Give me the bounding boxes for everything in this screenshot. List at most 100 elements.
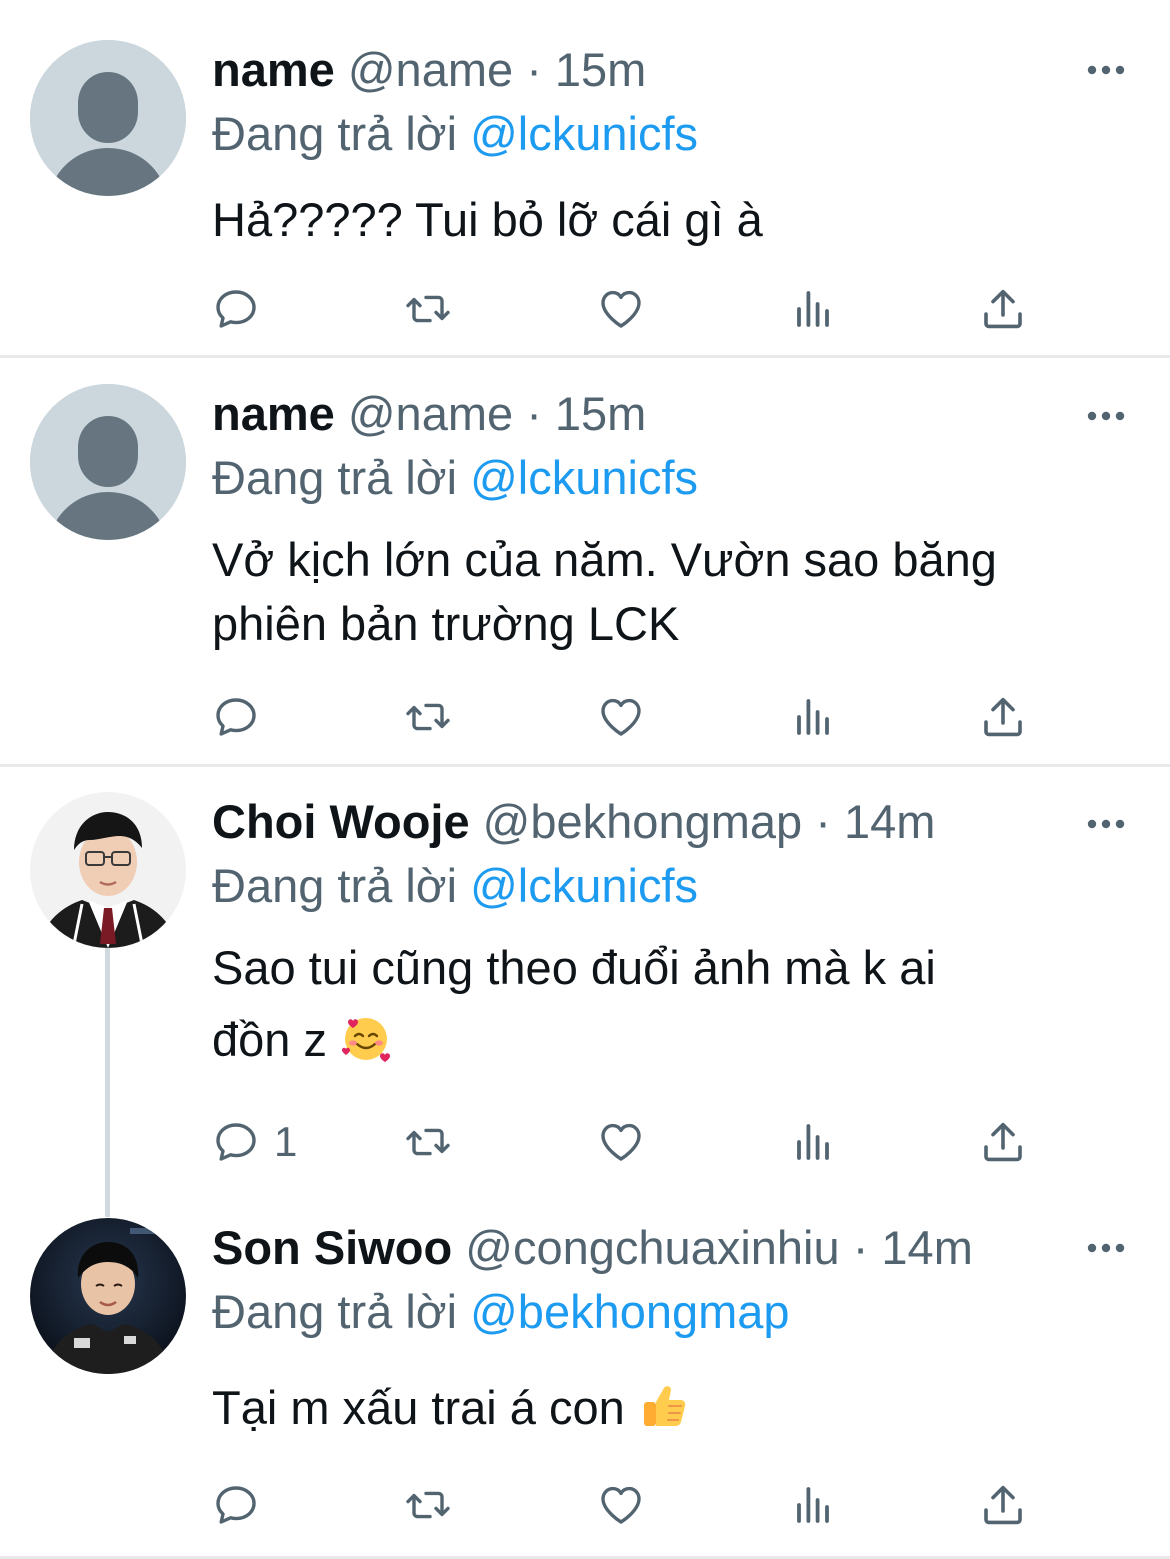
like-icon xyxy=(597,285,645,333)
reply-button[interactable] xyxy=(212,1480,274,1530)
tweet-text-line: Tại m xấu trai á con xyxy=(212,1381,625,1434)
separator: · xyxy=(852,1221,869,1274)
reply-prefix: Đang trả lời xyxy=(212,451,458,504)
reply-icon xyxy=(212,285,260,333)
share-icon xyxy=(979,1481,1027,1529)
reply-mention-link[interactable]: @lckunicfs xyxy=(470,107,698,160)
reply-prefix: Đang trả lời xyxy=(212,859,458,912)
handle[interactable]: @bekhongmap xyxy=(483,795,802,848)
separator: · xyxy=(526,387,542,440)
share-icon xyxy=(979,1118,1027,1166)
tweet-actions xyxy=(212,692,1062,742)
tweet[interactable]: Choi Wooje @bekhongmap · 14m Đang trả lờ… xyxy=(0,767,1170,1197)
share-icon xyxy=(979,285,1027,333)
thread-connector xyxy=(105,947,110,1197)
reply-prefix: Đang trả lời xyxy=(212,1285,458,1338)
share-button[interactable] xyxy=(979,692,1027,742)
share-button[interactable] xyxy=(979,1117,1027,1167)
reply-icon xyxy=(212,1481,260,1529)
like-icon xyxy=(597,1481,645,1529)
thread-connector xyxy=(105,1197,110,1217)
reply-button[interactable] xyxy=(212,692,274,742)
retweet-icon xyxy=(404,1481,452,1529)
smiling-face-with-hearts-emoji xyxy=(342,1018,391,1062)
tweet-text: Sao tui cũng theo đuổi ảnh mà k ai đồn z xyxy=(212,936,1132,1072)
analytics-button[interactable] xyxy=(789,284,837,334)
like-button[interactable] xyxy=(597,692,645,742)
like-icon xyxy=(597,693,645,741)
retweet-icon xyxy=(404,1118,452,1166)
retweet-button[interactable] xyxy=(404,1117,452,1167)
separator: · xyxy=(815,795,831,848)
share-button[interactable] xyxy=(979,1480,1027,1530)
handle[interactable]: @name xyxy=(348,387,513,440)
more-options-icon[interactable] xyxy=(1084,60,1128,80)
reply-mention-link[interactable]: @lckunicfs xyxy=(470,859,698,912)
like-button[interactable] xyxy=(597,284,645,334)
tweet-text: Hả????? Tui bỏ lỡ cái gì à xyxy=(212,188,1132,252)
tweet-text-line: Vở kịch lớn của năm. Vườn sao băng xyxy=(212,533,997,586)
tweet-header: Choi Wooje @bekhongmap · 14m xyxy=(212,792,935,852)
analytics-icon xyxy=(789,1118,837,1166)
share-button[interactable] xyxy=(979,284,1027,334)
retweet-button[interactable] xyxy=(404,692,452,742)
retweet-icon xyxy=(404,285,452,333)
reply-context: Đang trả lời @lckunicfs xyxy=(212,448,698,508)
tweet-header: name @name · 15m xyxy=(212,40,646,100)
more-options-icon[interactable] xyxy=(1084,1238,1128,1258)
timestamp[interactable]: 14m xyxy=(844,795,935,848)
handle[interactable]: @name xyxy=(348,43,513,96)
tweet-text-line-with-emoji: đồn z xyxy=(212,1008,1132,1072)
tweet-text: Vở kịch lớn của năm. Vườn sao băng phiên… xyxy=(212,528,1132,656)
tweet[interactable]: name @name · 15m Đang trả lời @lckunicfs… xyxy=(0,0,1170,356)
like-button[interactable] xyxy=(597,1117,645,1167)
timestamp[interactable]: 14m xyxy=(881,1221,972,1274)
reply-button[interactable] xyxy=(212,284,274,334)
reply-mention-link[interactable]: @lckunicfs xyxy=(470,451,698,504)
handle[interactable]: @congchuaxinhiu xyxy=(465,1221,839,1274)
tweet-text: Tại m xấu trai á con xyxy=(212,1376,1132,1440)
reply-count: 1 xyxy=(274,1118,298,1165)
retweet-icon xyxy=(404,693,452,741)
retweet-button[interactable] xyxy=(404,1480,452,1530)
analytics-button[interactable] xyxy=(789,692,837,742)
default-profile-icon[interactable] xyxy=(30,40,186,196)
tweet-actions xyxy=(212,284,1062,334)
profile-photo[interactable] xyxy=(30,1218,186,1374)
display-name[interactable]: Choi Wooje xyxy=(212,795,470,848)
like-button[interactable] xyxy=(597,1480,645,1530)
tweet-feed: name @name · 15m Đang trả lời @lckunicfs… xyxy=(0,0,1170,1559)
tweet-text-line: đồn z xyxy=(212,1013,327,1066)
analytics-icon xyxy=(789,693,837,741)
display-name[interactable]: name xyxy=(212,43,335,96)
timestamp[interactable]: 15m xyxy=(555,387,646,440)
more-options-icon[interactable] xyxy=(1084,814,1128,834)
separator: · xyxy=(526,43,542,96)
display-name[interactable]: name xyxy=(212,387,335,440)
retweet-button[interactable] xyxy=(404,284,452,334)
tweet-actions xyxy=(212,1480,1062,1530)
tweet-actions: 1 xyxy=(212,1117,1062,1167)
tweet[interactable]: name @name · 15m Đang trả lời @lckunicfs… xyxy=(0,358,1170,764)
analytics-icon xyxy=(789,1481,837,1529)
analytics-button[interactable] xyxy=(789,1117,837,1167)
more-options-icon[interactable] xyxy=(1084,406,1128,426)
reply-button[interactable]: 1 xyxy=(212,1117,297,1167)
default-profile-icon[interactable] xyxy=(30,384,186,540)
reply-mention-link[interactable]: @bekhongmap xyxy=(470,1285,789,1338)
tweet[interactable]: Son Siwoo @congchuaxinhiu · 14m Đang trả… xyxy=(0,1197,1170,1559)
tweet-text-line: Hả????? Tui bỏ lỡ cái gì à xyxy=(212,193,763,246)
analytics-button[interactable] xyxy=(789,1480,837,1530)
tweet-text-line: Sao tui cũng theo đuổi ảnh mà k ai xyxy=(212,941,936,994)
reply-icon xyxy=(212,693,260,741)
profile-photo[interactable] xyxy=(30,792,186,948)
reply-context: Đang trả lời @lckunicfs xyxy=(212,856,698,916)
display-name[interactable]: Son Siwoo xyxy=(212,1221,452,1274)
analytics-icon xyxy=(789,285,837,333)
timestamp[interactable]: 15m xyxy=(555,43,646,96)
share-icon xyxy=(979,693,1027,741)
reply-context: Đang trả lời @lckunicfs xyxy=(212,104,698,164)
reply-prefix: Đang trả lời xyxy=(212,107,458,160)
tweet-text-line: phiên bản trường LCK xyxy=(212,597,680,650)
reply-context: Đang trả lời @bekhongmap xyxy=(212,1282,790,1342)
